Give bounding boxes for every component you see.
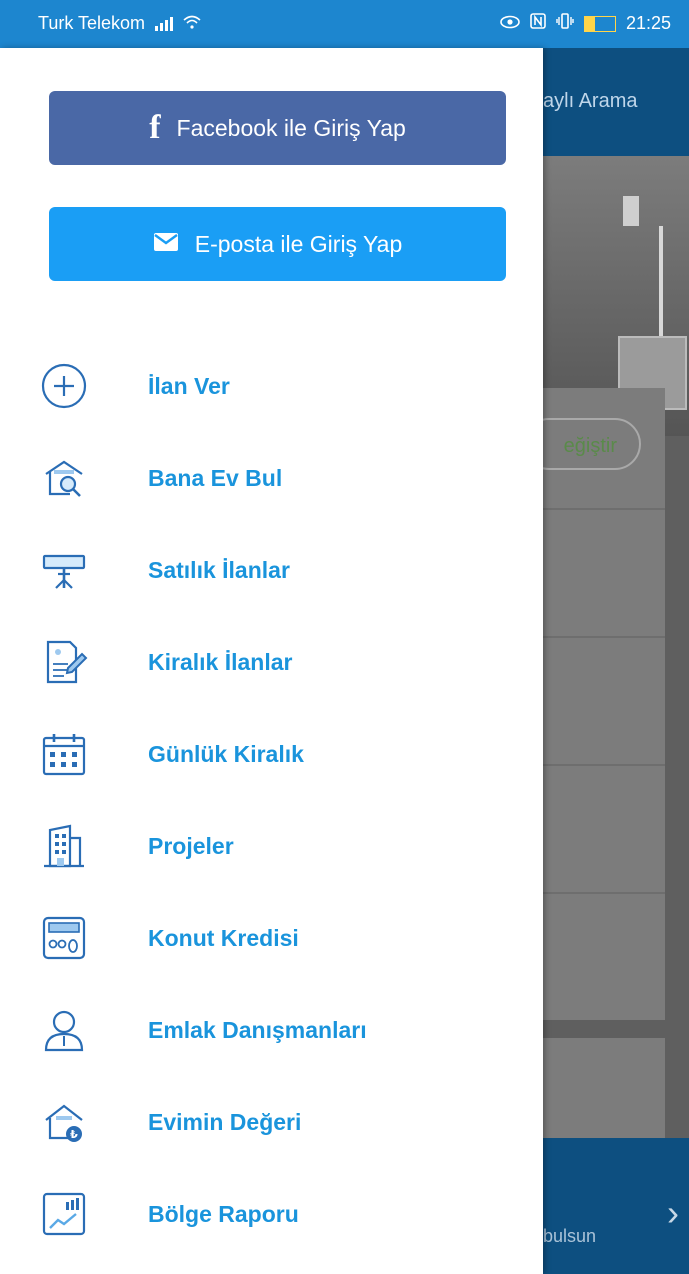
email-login-label: E-posta ile Giriş Yap (194, 230, 403, 257)
menu-item-bana-ev-bul[interactable]: Bana Ev Bul (0, 432, 543, 524)
menu-item-label: İlan Ver (148, 372, 230, 399)
background-app: aylı Arama eğiştir bulsun › (543, 48, 689, 1274)
battery-icon (583, 15, 616, 32)
menu-item-gunluk-kiralik[interactable]: Günlük Kiralık (0, 708, 543, 800)
plus-circle-icon (38, 360, 90, 412)
menu-item-label: Kiralık İlanlar (148, 648, 293, 675)
facebook-login-button[interactable]: f Facebook ile Giriş Yap (49, 91, 506, 165)
menu-item-evimin-degeri[interactable]: ₺ Evimin Değeri (0, 1076, 543, 1168)
wifi-icon (183, 13, 201, 34)
divider (543, 764, 665, 766)
signal-icon (155, 16, 174, 31)
background-banner-text: bulsun (543, 1226, 597, 1246)
menu-item-label: Evimin Değeri (148, 1108, 302, 1135)
facebook-icon: f (149, 109, 161, 146)
building-icon (38, 820, 90, 872)
change-pill: eğiştir (543, 418, 641, 470)
menu-item-label: Emlak Danışmanları (148, 1016, 367, 1043)
chevron-right-icon: › (667, 1192, 679, 1233)
menu-item-kiralik-ilanlar[interactable]: Kiralık İlanlar (0, 616, 543, 708)
person-icon (38, 1004, 90, 1056)
navigation-drawer: f Facebook ile Giriş Yap E-posta ile Gir… (0, 48, 543, 1274)
lamp-shape (623, 196, 639, 226)
calculator-icon (38, 912, 90, 964)
menu-item-konut-kredisi[interactable]: Konut Kredisi (0, 892, 543, 984)
menu-item-label: Bölge Raporu (148, 1200, 299, 1227)
calendar-icon (38, 728, 90, 780)
menu-item-label: Günlük Kiralık (148, 740, 304, 767)
facebook-login-label: Facebook ile Giriş Yap (176, 114, 406, 141)
divider (543, 508, 665, 510)
vibrate-icon (556, 13, 574, 34)
menu-item-label: Satılık İlanlar (148, 556, 290, 583)
report-chart-icon (38, 1188, 90, 1240)
menu-item-emlak-danismanlari[interactable]: Emlak Danışmanları (0, 984, 543, 1076)
menu-item-label: Projeler (148, 832, 234, 859)
divider (543, 636, 665, 638)
email-login-button[interactable]: E-posta ile Giriş Yap (49, 207, 506, 281)
background-banner: bulsun › (543, 1138, 689, 1274)
menu-item-projeler[interactable]: Projeler (0, 800, 543, 892)
menu-item-ilan-ver[interactable]: İlan Ver (0, 340, 543, 432)
carrier-name: Turk Telekom (38, 13, 146, 33)
background-card (543, 388, 665, 1020)
house-search-icon (38, 452, 90, 504)
menu-item-label: Bana Ev Bul (148, 464, 283, 491)
nfc-icon (530, 13, 546, 34)
status-bar: Turk Telekom 21:25 (0, 0, 689, 48)
background-card (543, 1038, 665, 1138)
signpost-icon (38, 544, 90, 596)
menu-item-bolge-raporu[interactable]: Bölge Raporu (0, 1168, 543, 1260)
document-edit-icon (38, 636, 90, 688)
clock: 21:25 (625, 13, 671, 33)
house-value-icon: ₺ (38, 1096, 90, 1148)
menu-item-satilik-ilanlar[interactable]: Satılık İlanlar (0, 524, 543, 616)
drawer-menu: İlan Ver Bana Ev Bul Satılık İlanlar Kir… (0, 340, 543, 1260)
svg-text:₺: ₺ (70, 1128, 78, 1141)
eye-icon (500, 13, 520, 34)
menu-item-label: Konut Kredisi (148, 924, 299, 951)
background-header-text: aylı Arama (543, 90, 638, 112)
divider (543, 892, 665, 894)
mail-icon (153, 231, 179, 258)
background-header: aylı Arama (543, 48, 689, 156)
